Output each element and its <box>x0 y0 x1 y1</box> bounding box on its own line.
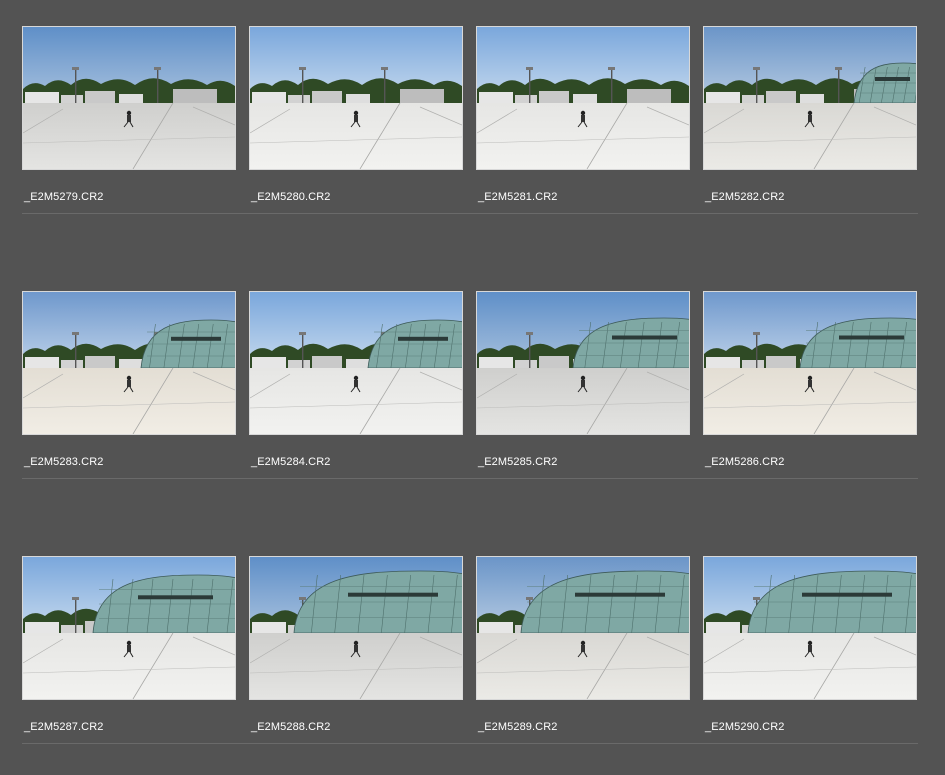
thumbnail-cell[interactable]: _E2M5288.CR2 <box>249 556 465 756</box>
thumbnail-image[interactable] <box>703 291 917 435</box>
thumbnail-cell[interactable]: _E2M5290.CR2 <box>703 556 919 756</box>
thumbnail-image[interactable] <box>703 26 917 170</box>
thumbnail-cell[interactable]: _E2M5284.CR2 <box>249 291 465 491</box>
photo-preview <box>23 557 235 699</box>
photo-preview <box>23 292 235 434</box>
row-divider <box>22 743 918 744</box>
photo-preview <box>250 27 462 169</box>
thumbnail-cell[interactable]: _E2M5279.CR2 <box>22 26 238 226</box>
file-name-label: _E2M5280.CR2 <box>251 191 331 203</box>
thumbnail-image[interactable] <box>249 26 463 170</box>
photo-preview <box>250 557 462 699</box>
thumbnail-image[interactable] <box>22 26 236 170</box>
thumbnail-image[interactable] <box>249 556 463 700</box>
thumbnail-image[interactable] <box>476 556 690 700</box>
thumbnail-cell[interactable]: _E2M5287.CR2 <box>22 556 238 756</box>
file-name-label: _E2M5279.CR2 <box>24 191 104 203</box>
thumbnail-cell[interactable]: _E2M5281.CR2 <box>476 26 692 226</box>
thumbnail-cell[interactable]: _E2M5286.CR2 <box>703 291 919 491</box>
thumbnail-cell[interactable]: _E2M5285.CR2 <box>476 291 692 491</box>
file-name-label: _E2M5288.CR2 <box>251 721 331 733</box>
thumbnail-cell[interactable]: _E2M5289.CR2 <box>476 556 692 756</box>
file-name-label: _E2M5289.CR2 <box>478 721 558 733</box>
file-name-label: _E2M5286.CR2 <box>705 456 785 468</box>
file-name-label: _E2M5287.CR2 <box>24 721 104 733</box>
thumbnail-image[interactable] <box>476 291 690 435</box>
thumbnail-cell[interactable]: _E2M5282.CR2 <box>703 26 919 226</box>
thumbnail-grid: _E2M5279.CR2 _E2M5280.CR2 _E2M5281.CR2 _E2M… <box>0 0 945 775</box>
file-name-label: _E2M5290.CR2 <box>705 721 785 733</box>
photo-preview <box>704 292 916 434</box>
photo-preview <box>477 27 689 169</box>
thumbnail-cell[interactable]: _E2M5283.CR2 <box>22 291 238 491</box>
thumbnail-image[interactable] <box>703 556 917 700</box>
photo-preview <box>704 557 916 699</box>
file-name-label: _E2M5281.CR2 <box>478 191 558 203</box>
photo-preview <box>250 292 462 434</box>
file-name-label: _E2M5284.CR2 <box>251 456 331 468</box>
thumbnail-cell[interactable]: _E2M5280.CR2 <box>249 26 465 226</box>
thumbnail-image[interactable] <box>476 26 690 170</box>
row-divider <box>22 213 918 214</box>
photo-preview <box>704 27 916 169</box>
file-name-label: _E2M5283.CR2 <box>24 456 104 468</box>
photo-preview <box>477 292 689 434</box>
photo-preview <box>23 27 235 169</box>
file-name-label: _E2M5282.CR2 <box>705 191 785 203</box>
file-name-label: _E2M5285.CR2 <box>478 456 558 468</box>
photo-preview <box>477 557 689 699</box>
row-divider <box>22 478 918 479</box>
thumbnail-image[interactable] <box>22 291 236 435</box>
thumbnail-image[interactable] <box>249 291 463 435</box>
thumbnail-image[interactable] <box>22 556 236 700</box>
